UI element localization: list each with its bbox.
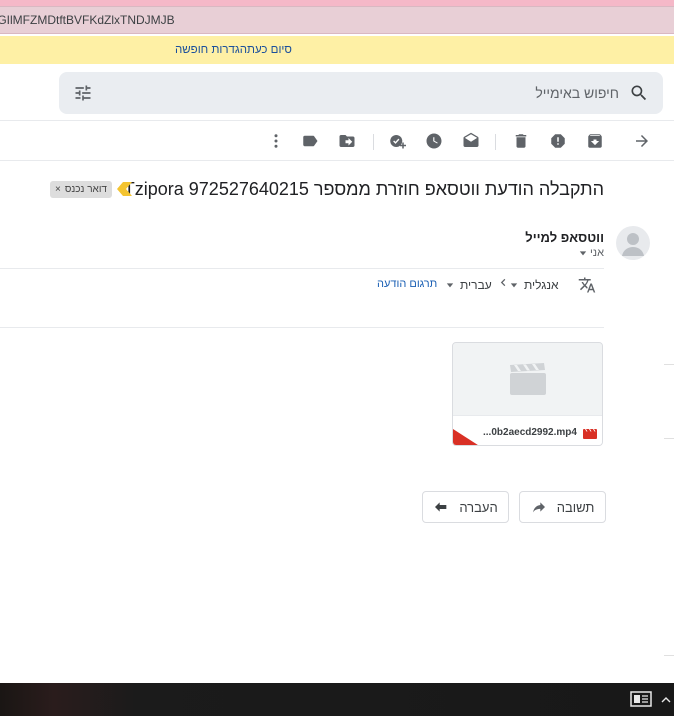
move-to-icon[interactable] — [337, 131, 357, 151]
toolbar-divider — [373, 134, 374, 150]
mark-unread-icon[interactable] — [461, 131, 481, 151]
reply-icon — [532, 502, 545, 513]
divider — [0, 160, 674, 161]
avatar-icon[interactable] — [616, 226, 650, 260]
label-remove-icon[interactable]: × — [55, 184, 61, 195]
label-text: דואר נכנס — [64, 184, 107, 195]
reply-button[interactable]: תשובה — [519, 491, 606, 523]
toolbar-divider — [495, 134, 496, 150]
video-file-icon — [583, 426, 597, 439]
divider — [0, 120, 674, 121]
message-toolbar — [0, 122, 674, 160]
back-arrow-icon[interactable] — [632, 131, 652, 151]
reply-label: תשובה — [556, 499, 595, 515]
source-language-select[interactable]: אנגלית — [510, 278, 559, 292]
windows-taskbar — [0, 683, 674, 716]
forward-button[interactable]: העברה — [422, 491, 509, 523]
recipient-text: אני — [589, 247, 604, 259]
attachment-preview — [453, 343, 602, 415]
search-box[interactable]: חיפוש באימייל — [59, 72, 663, 114]
report-spam-icon[interactable] — [548, 131, 568, 151]
tune-icon[interactable] — [73, 83, 93, 103]
message-subject: התקבלה הודעת ווטסאפ חוזרת ממספר Tzipora … — [123, 179, 604, 199]
chevron-down-icon — [510, 283, 518, 288]
delete-icon[interactable] — [511, 131, 531, 151]
attachment-card[interactable]: ...0b2aecd2992.mp4 — [452, 342, 603, 446]
label-icon[interactable] — [300, 131, 320, 151]
add-task-icon[interactable] — [387, 131, 407, 151]
more-icon[interactable] — [266, 131, 286, 151]
snooze-icon[interactable] — [424, 131, 444, 151]
vacation-settings-link[interactable]: הגדרות חופשה — [175, 44, 247, 56]
translate-bar: אנגלית עברית תרגום הודעה — [0, 268, 604, 328]
vacation-responder-bar: סיום כעת הגדרות חופשה — [0, 36, 674, 64]
chevron-down-icon — [446, 283, 454, 288]
divider — [664, 438, 674, 439]
address-bar[interactable]: :GIlMFZMDtftBVFKdZlxTNDJMJB — [0, 6, 674, 34]
attachment-footer: ...0b2aecd2992.mp4 — [453, 415, 602, 445]
inbox-label-chip[interactable]: דואר נכנס × — [50, 181, 112, 198]
target-language-label: עברית — [460, 278, 492, 292]
attachment-filename: ...0b2aecd2992.mp4 — [483, 427, 577, 438]
recipient-details[interactable]: אני — [579, 247, 604, 259]
forward-label: העברה — [459, 499, 498, 515]
chevron-up-icon[interactable] — [660, 693, 672, 705]
search-icon[interactable] — [629, 83, 649, 103]
chevron-down-icon[interactable] — [579, 249, 587, 257]
sender-name[interactable]: ווטסאפ למייל — [525, 230, 604, 245]
end-vacation-link[interactable]: סיום כעת — [247, 44, 292, 56]
subject-row: התקבלה הודעת ווטסאפ חוזרת ממספר Tzipora … — [0, 176, 674, 206]
search-input[interactable]: חיפוש באימייל — [535, 85, 619, 101]
importance-icon[interactable] — [116, 182, 132, 196]
source-language-label: אנגלית — [524, 278, 559, 292]
video-preview-icon — [510, 363, 546, 395]
divider — [0, 327, 604, 328]
target-language-select[interactable]: עברית — [446, 278, 492, 292]
url-text[interactable]: :GIlMFZMDtftBVFKdZlxTNDJMJB — [0, 13, 175, 27]
task-view-icon[interactable] — [630, 691, 652, 707]
divider — [664, 655, 674, 656]
translate-message-link[interactable]: תרגום הודעה — [377, 278, 437, 290]
chevron-left-icon — [499, 278, 508, 287]
translate-icon — [578, 276, 596, 294]
archive-icon[interactable] — [585, 131, 605, 151]
forward-icon — [435, 502, 447, 512]
attachment-fold-corner — [453, 429, 481, 445]
divider — [664, 364, 674, 365]
